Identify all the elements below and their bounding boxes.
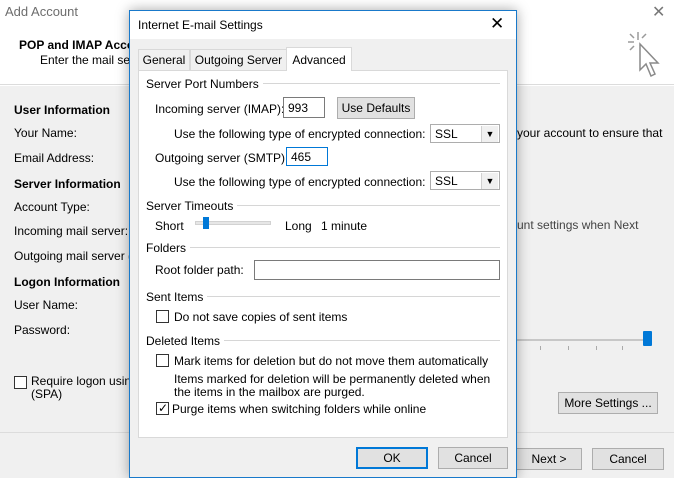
dialog-close-icon[interactable]: ✕ xyxy=(490,14,504,34)
slider-tick xyxy=(596,346,597,350)
description-text-2: unt settings when Next xyxy=(517,218,639,232)
timeout-short-label: Short xyxy=(155,219,184,233)
timeout-value-label: 1 minute xyxy=(321,219,368,233)
timeout-slider-thumb[interactable] xyxy=(203,217,209,229)
tab-general[interactable]: General xyxy=(138,49,190,70)
mark-for-deletion-label: Mark items for deletion but do not move … xyxy=(174,354,489,368)
slider-tick xyxy=(622,346,623,350)
mark-for-deletion-checkbox[interactable] xyxy=(156,354,169,367)
slider-tick xyxy=(540,346,541,350)
incoming-encryption-value: SSL xyxy=(435,126,458,141)
outgoing-encryption-select[interactable]: SSL ▼ xyxy=(430,171,500,190)
incoming-encryption-select[interactable]: SSL ▼ xyxy=(430,124,500,143)
incoming-encryption-label: Use the following type of encrypted conn… xyxy=(174,127,426,141)
group-divider xyxy=(230,205,500,206)
group-sent-items: Sent Items xyxy=(146,290,208,304)
chevron-down-icon: ▼ xyxy=(481,126,498,142)
outgoing-encryption-label: Use the following type of encrypted conn… xyxy=(174,175,426,189)
group-server-timeouts: Server Timeouts xyxy=(146,199,238,213)
do-not-save-checkbox[interactable] xyxy=(156,310,169,323)
timeout-long-label: Long xyxy=(285,219,312,233)
tab-advanced[interactable]: Advanced xyxy=(286,47,352,71)
dialog-title: Internet E-mail Settings xyxy=(138,18,263,32)
more-settings-button[interactable]: More Settings ... xyxy=(558,392,658,414)
require-logon-label: Require logon usin (SPA) xyxy=(31,375,131,401)
group-server-port-numbers: Server Port Numbers xyxy=(146,77,263,91)
group-divider xyxy=(222,340,500,341)
bg-slider-thumb[interactable] xyxy=(643,331,652,346)
root-folder-input[interactable] xyxy=(254,260,500,280)
label-email-address: Email Address: xyxy=(14,151,95,165)
cursor-wand-icon xyxy=(628,32,660,78)
tab-outgoing-server[interactable]: Outgoing Server xyxy=(190,49,287,70)
description-text-1: your account to ensure that xyxy=(517,126,663,140)
use-defaults-button[interactable]: Use Defaults xyxy=(337,97,415,119)
ok-button[interactable]: OK xyxy=(356,447,428,469)
label-incoming-mail-server: Incoming mail server: xyxy=(14,224,129,238)
section-logon-information: Logon Information xyxy=(14,275,120,289)
group-deleted-items: Deleted Items xyxy=(146,334,225,348)
internet-email-settings-dialog: Internet E-mail Settings ✕ General Outgo… xyxy=(129,10,517,478)
require-logon-checkbox[interactable] xyxy=(14,376,27,389)
page-heading: POP and IMAP Acco xyxy=(19,38,135,52)
group-divider xyxy=(252,83,500,84)
page-subheading: Enter the mail serv xyxy=(40,53,141,67)
label-outgoing-mail-server: Outgoing mail server ( xyxy=(14,249,133,263)
root-folder-label: Root folder path: xyxy=(155,263,244,277)
label-your-name: Your Name: xyxy=(14,126,77,140)
outgoing-server-label: Outgoing server (SMTP): xyxy=(155,151,289,165)
slider-tick xyxy=(568,346,569,350)
purge-items-label: Purge items when switching folders while… xyxy=(172,402,427,416)
dialog-cancel-button[interactable]: Cancel xyxy=(438,447,508,469)
section-server-information: Server Information xyxy=(14,177,121,191)
window-title: Add Account xyxy=(5,4,78,19)
group-divider xyxy=(206,296,500,297)
incoming-port-input[interactable]: 993 xyxy=(283,97,325,118)
bg-cancel-button[interactable]: Cancel xyxy=(592,448,664,470)
group-folders: Folders xyxy=(146,241,191,255)
do-not-save-label: Do not save copies of sent items xyxy=(174,310,348,324)
deletion-note-line2: the items in the mailbox are purged. xyxy=(174,385,365,399)
section-user-information: User Information xyxy=(14,103,111,117)
label-user-name: User Name: xyxy=(14,298,79,312)
close-icon[interactable]: ✕ xyxy=(652,2,665,22)
require-logon-line2: (SPA) xyxy=(31,387,63,401)
label-password: Password: xyxy=(14,323,71,337)
group-divider xyxy=(190,247,500,248)
bg-slider-track xyxy=(500,339,650,341)
outgoing-encryption-value: SSL xyxy=(435,173,458,188)
chevron-down-icon: ▼ xyxy=(481,173,498,189)
purge-items-checkbox[interactable] xyxy=(156,401,169,415)
incoming-server-label: Incoming server (IMAP): xyxy=(155,102,285,116)
label-account-type: Account Type: xyxy=(14,200,90,214)
outgoing-port-input[interactable]: 465 xyxy=(286,147,328,166)
deletion-note: Items marked for deletion will be perman… xyxy=(174,373,490,399)
next-button[interactable]: Next > xyxy=(516,448,582,470)
